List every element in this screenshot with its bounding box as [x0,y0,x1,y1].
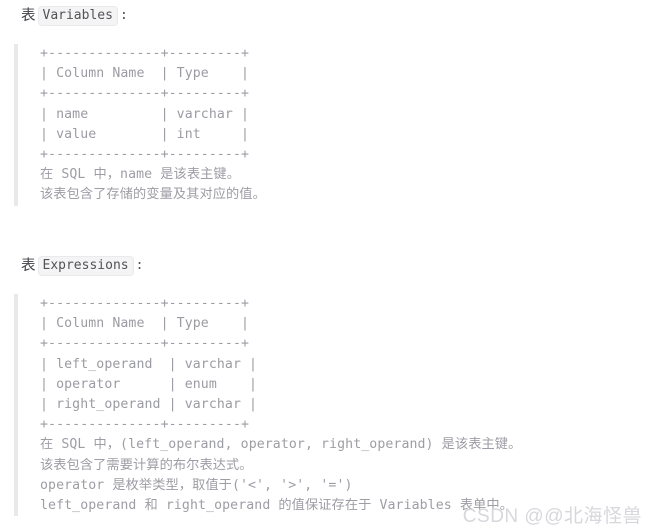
schema-note: 该表包含了需要计算的布尔表达式。 [40,457,253,473]
section-expressions: 表 Expressions : +--------------+--------… [14,256,522,517]
table-name-badge-variables: Variables [37,6,118,26]
heading-colon: : [119,8,128,23]
problem-description-page: 表 Variables : +--------------+---------+… [0,0,648,532]
schema-ascii-table-expressions: +--------------+---------+ | Column Name… [40,296,258,433]
schema-note: 在 SQL 中，name 是该表主键。 [40,167,240,183]
heading-prefix-label: 表 [21,8,36,24]
table-name-badge-expressions: Expressions [37,256,134,276]
section-variables: 表 Variables : +--------------+---------+… [14,6,266,206]
schema-quote-expressions: +--------------+---------+ | Column Name… [14,294,522,517]
schema-note: 该表包含了存储的变量及其对应的值。 [40,187,266,203]
heading-expressions: 表 Expressions : [14,256,521,276]
schema-quote-variables: +--------------+---------+ | Column Name… [14,44,266,206]
schema-note: operator 是枚举类型，取值于('<', '>', '=') [40,477,353,493]
schema-ascii-table-variables: +--------------+---------+ | Column Name… [40,46,250,163]
heading-colon: : [135,258,144,273]
heading-variables: 表 Variables : [14,6,266,26]
schema-note: 在 SQL 中，(left_operand, operator, right_o… [40,437,522,453]
schema-note: left_operand 和 right_operand 的值保证存在于 Var… [40,498,513,514]
heading-prefix-label: 表 [21,258,36,274]
